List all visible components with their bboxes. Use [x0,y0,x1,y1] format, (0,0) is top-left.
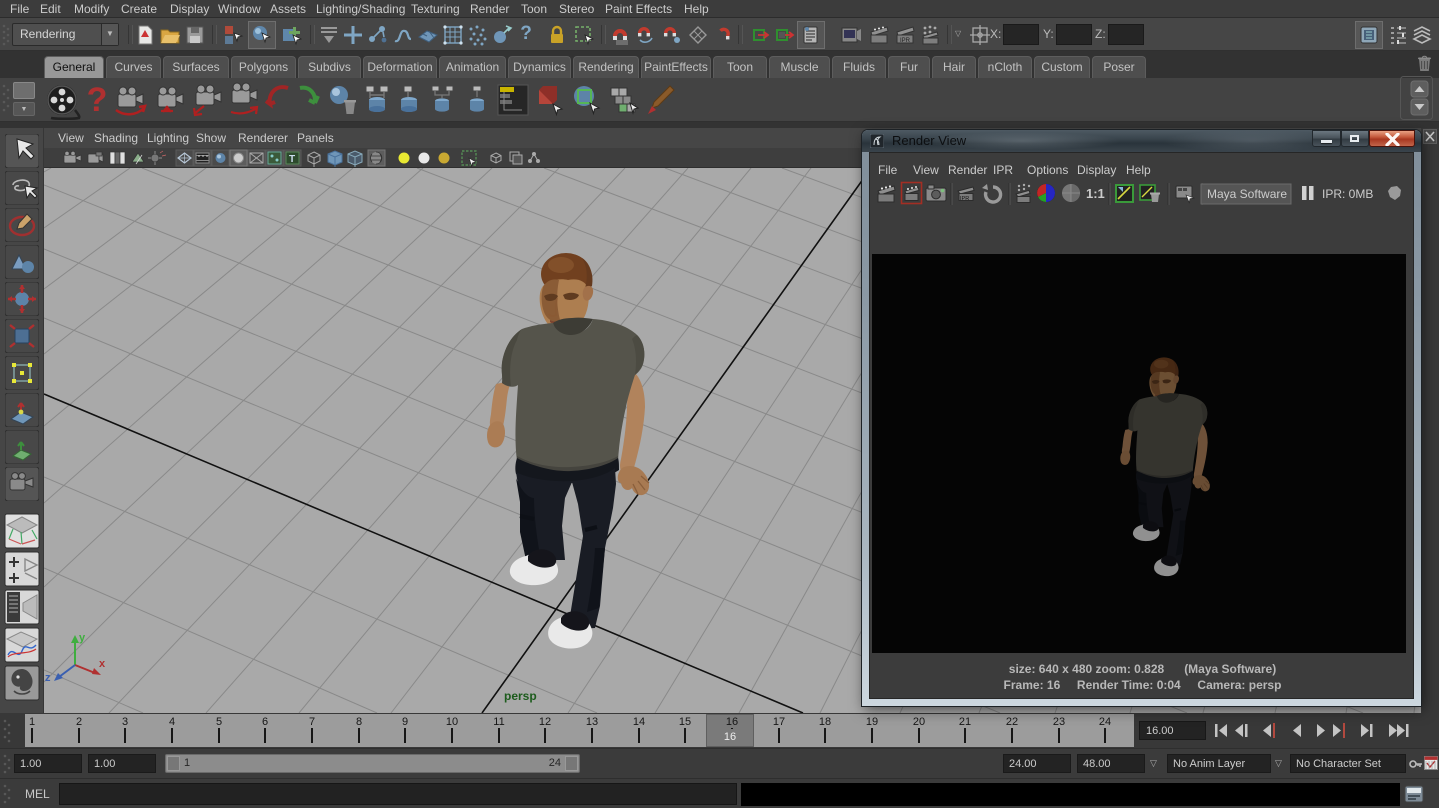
svg-text:y: y [79,632,86,644]
svg-text:14: 14 [633,716,645,728]
svg-text:1:1: 1:1 [1086,186,1105,201]
svg-text:20: 20 [913,716,925,728]
svg-text:18: 18 [819,716,831,728]
svg-text:x: x [99,658,106,670]
svg-text:5: 5 [216,716,222,728]
svg-text:17: 17 [773,716,785,728]
svg-text:IPR: IPR [900,38,911,44]
svg-text:Maya Software: Maya Software [1207,187,1287,201]
svg-text:6: 6 [262,716,268,728]
svg-text:16: 16 [726,716,738,728]
svg-text:10: 10 [446,716,458,728]
svg-text:IPR: 0MB: IPR: 0MB [1322,187,1373,201]
svg-text:12: 12 [539,716,551,728]
svg-text:24: 24 [1099,716,1111,728]
svg-text:22: 22 [1006,716,1018,728]
svg-text:13: 13 [586,716,598,728]
svg-text:23: 23 [1053,716,1065,728]
svg-text:z: z [45,672,51,684]
svg-text:15: 15 [679,716,691,728]
svg-text:2: 2 [76,716,82,728]
svg-text:8: 8 [356,716,362,728]
svg-text:persp: persp [504,689,537,703]
svg-text:9: 9 [402,716,408,728]
svg-text:1: 1 [29,716,35,728]
svg-text:4: 4 [169,716,175,728]
svg-text:T: T [289,154,295,165]
svg-text:21: 21 [959,716,971,728]
svg-text:3: 3 [122,716,128,728]
svg-text:7: 7 [309,716,315,728]
svg-text:IPR: IPR [960,196,969,202]
svg-text:11: 11 [493,716,504,728]
svg-text:19: 19 [866,716,878,728]
